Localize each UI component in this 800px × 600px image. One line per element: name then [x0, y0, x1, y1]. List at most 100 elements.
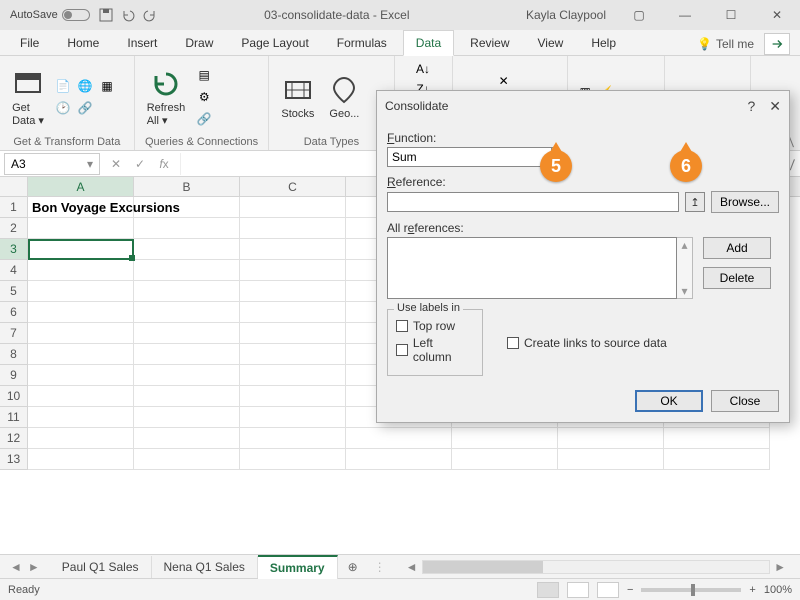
- add-button[interactable]: Add: [703, 237, 771, 259]
- sort-asc-icon[interactable]: A↓: [414, 60, 432, 78]
- cell[interactable]: [134, 260, 240, 281]
- cell[interactable]: [240, 281, 346, 302]
- maximize-icon[interactable]: ☐: [708, 0, 754, 30]
- tab-formulas[interactable]: Formulas: [325, 31, 399, 55]
- autosave-toggle[interactable]: AutoSave: [10, 9, 90, 21]
- cell[interactable]: [134, 197, 240, 218]
- cell[interactable]: [134, 449, 240, 470]
- enter-formula-icon[interactable]: ✓: [130, 157, 150, 171]
- row-header[interactable]: 7: [0, 323, 28, 344]
- function-combo[interactable]: ▾: [387, 147, 537, 167]
- cell[interactable]: Bon Voyage Excursions: [28, 197, 134, 218]
- from-table-icon[interactable]: ▦: [98, 77, 116, 95]
- col-header[interactable]: C: [240, 177, 346, 196]
- from-web-icon[interactable]: 🌐: [76, 77, 94, 95]
- cell[interactable]: [134, 365, 240, 386]
- row-header[interactable]: 10: [0, 386, 28, 407]
- tab-data[interactable]: Data: [403, 30, 454, 56]
- cell[interactable]: [558, 449, 664, 470]
- cell[interactable]: [452, 428, 558, 449]
- select-all-corner[interactable]: [0, 177, 28, 196]
- tab-home[interactable]: Home: [55, 31, 111, 55]
- close-icon[interactable]: ✕: [754, 0, 800, 30]
- ok-button[interactable]: OK: [635, 390, 703, 412]
- row-header[interactable]: 4: [0, 260, 28, 281]
- cancel-formula-icon[interactable]: ✕: [106, 157, 126, 171]
- cell[interactable]: [134, 386, 240, 407]
- tab-insert[interactable]: Insert: [115, 31, 169, 55]
- zoom-level[interactable]: 100%: [764, 584, 792, 596]
- help-icon[interactable]: ?: [747, 98, 755, 115]
- tab-page-layout[interactable]: Page Layout: [229, 31, 320, 55]
- col-header[interactable]: B: [134, 177, 240, 196]
- left-column-checkbox[interactable]: Left column: [396, 336, 474, 364]
- cell[interactable]: [240, 365, 346, 386]
- redo-icon[interactable]: [142, 7, 158, 23]
- undo-icon[interactable]: [120, 7, 136, 23]
- cell[interactable]: [28, 323, 134, 344]
- cell[interactable]: [28, 281, 134, 302]
- cell[interactable]: [134, 428, 240, 449]
- cell[interactable]: [134, 239, 240, 260]
- zoom-in-icon[interactable]: +: [749, 584, 755, 596]
- tell-me-search[interactable]: 💡 Tell me: [697, 37, 754, 51]
- cell[interactable]: [346, 428, 452, 449]
- cell[interactable]: [558, 428, 664, 449]
- cell[interactable]: [134, 302, 240, 323]
- cell[interactable]: [240, 386, 346, 407]
- zoom-slider[interactable]: [641, 588, 741, 592]
- cell[interactable]: [28, 407, 134, 428]
- queries-icon[interactable]: ▤: [195, 66, 213, 84]
- minimize-icon[interactable]: —: [662, 0, 708, 30]
- row-header[interactable]: 5: [0, 281, 28, 302]
- save-icon[interactable]: [98, 7, 114, 23]
- stocks-button[interactable]: Stocks: [277, 72, 318, 122]
- cell[interactable]: [28, 449, 134, 470]
- create-links-checkbox[interactable]: Create links to source data: [507, 336, 667, 350]
- row-header[interactable]: 6: [0, 302, 28, 323]
- user-name[interactable]: Kayla Claypool: [516, 8, 616, 22]
- cell[interactable]: [134, 344, 240, 365]
- share-button[interactable]: [764, 33, 790, 55]
- recent-sources-icon[interactable]: 🕑: [54, 99, 72, 117]
- cell[interactable]: [28, 239, 134, 260]
- cell[interactable]: [28, 428, 134, 449]
- cell[interactable]: [134, 281, 240, 302]
- cell[interactable]: [134, 407, 240, 428]
- cell[interactable]: [240, 218, 346, 239]
- cell[interactable]: [240, 197, 346, 218]
- browse-button[interactable]: Browse...: [711, 191, 779, 213]
- existing-conn-icon[interactable]: 🔗: [76, 99, 94, 117]
- row-header[interactable]: 2: [0, 218, 28, 239]
- tab-help[interactable]: Help: [579, 31, 628, 55]
- cell[interactable]: [240, 344, 346, 365]
- all-references-list[interactable]: [387, 237, 677, 299]
- delete-button[interactable]: Delete: [703, 267, 771, 289]
- cell[interactable]: [664, 428, 770, 449]
- from-text-icon[interactable]: 📄: [54, 77, 72, 95]
- tab-draw[interactable]: Draw: [173, 31, 225, 55]
- row-header[interactable]: 12: [0, 428, 28, 449]
- cell[interactable]: [28, 365, 134, 386]
- close-dialog-icon[interactable]: ✕: [769, 98, 781, 115]
- cell[interactable]: [346, 449, 452, 470]
- row-header[interactable]: 3: [0, 239, 28, 260]
- cell[interactable]: [28, 386, 134, 407]
- row-header[interactable]: 13: [0, 449, 28, 470]
- prev-sheet-icon[interactable]: ◄: [10, 560, 22, 574]
- close-button[interactable]: Close: [711, 390, 779, 412]
- page-break-view-icon[interactable]: [597, 582, 619, 598]
- sheet-tab[interactable]: Summary: [258, 555, 338, 579]
- get-data-button[interactable]: GetData ▾: [8, 66, 48, 129]
- clear-icon[interactable]: ✕: [495, 72, 513, 90]
- page-layout-view-icon[interactable]: [567, 582, 589, 598]
- cell[interactable]: [452, 449, 558, 470]
- row-header[interactable]: 1: [0, 197, 28, 218]
- name-box[interactable]: A3▾: [4, 153, 100, 175]
- cell[interactable]: [134, 323, 240, 344]
- list-scrollbar[interactable]: ▴▾: [677, 237, 693, 299]
- ribbon-options-icon[interactable]: ▢: [616, 0, 662, 30]
- normal-view-icon[interactable]: [537, 582, 559, 598]
- cell[interactable]: [240, 302, 346, 323]
- row-header[interactable]: 8: [0, 344, 28, 365]
